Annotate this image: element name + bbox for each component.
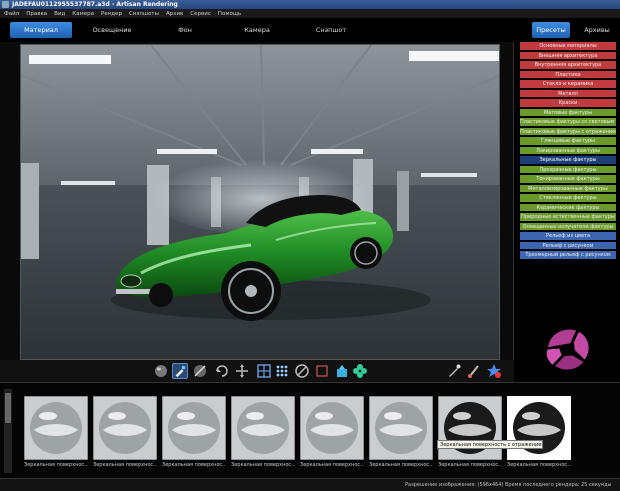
menu-render[interactable]: Рендер: [101, 11, 122, 17]
material-thumbnail[interactable]: [437, 395, 503, 461]
brush-icon[interactable]: [466, 363, 482, 379]
category-item[interactable]: Металлизированные фактуры: [520, 184, 616, 193]
star-add-icon[interactable]: [486, 363, 502, 379]
menu-help[interactable]: Помощь: [218, 11, 241, 17]
category-item[interactable]: Тонированные фактуры: [520, 175, 616, 184]
material-thumbnail[interactable]: [92, 395, 158, 461]
category-item[interactable]: Матовые фактуры: [520, 108, 616, 117]
category-item[interactable]: Пластиковые фактуры с отражением: [520, 127, 616, 136]
category-item[interactable]: Лакированные фактуры: [520, 146, 616, 155]
material-sphere-icon: [92, 395, 158, 461]
material-label: Зеркальная поверхнос...: [369, 462, 433, 468]
material-sphere-icon: [506, 395, 572, 461]
tab-material[interactable]: Материал: [10, 22, 72, 38]
material-thumbnail[interactable]: [23, 395, 89, 461]
category-item[interactable]: Глянцевые фактуры: [520, 137, 616, 146]
title-bar: JADEFAU0112955537787.a3d - Artisan Rende…: [0, 0, 620, 9]
category-item[interactable]: Металл: [520, 89, 616, 98]
strip-scroll-thumb[interactable]: [5, 393, 11, 423]
menu-service[interactable]: Сервис: [190, 11, 211, 17]
category-item[interactable]: Освещенные излучатели фактуры: [520, 222, 616, 231]
no-symbol-icon[interactable]: [294, 363, 310, 379]
dots-grid-icon[interactable]: [274, 363, 290, 379]
material-sphere-icon: [437, 395, 503, 461]
tab-snapshot[interactable]: Снэпшот: [304, 22, 358, 38]
category-item[interactable]: Керамические фактуры: [520, 203, 616, 212]
texture-grid-icon[interactable]: [256, 363, 272, 379]
material-label: Зеркальная поверхнос...: [507, 462, 571, 468]
resolution-status: Разрешение изображения: (596x464): [405, 482, 504, 488]
material-label: Зеркальная поверхнос...: [438, 462, 502, 468]
category-item[interactable]: Внешняя архитектура: [520, 51, 616, 60]
move-arrows-icon[interactable]: [234, 363, 250, 379]
presets-button[interactable]: Пресеты: [532, 22, 570, 38]
clover-icon[interactable]: [352, 363, 368, 379]
material-label: Зеркальная поверхнос...: [231, 462, 295, 468]
render-image: [21, 45, 499, 359]
menu-archive[interactable]: Архив: [166, 11, 183, 17]
sphere-material-icon[interactable]: [153, 363, 169, 379]
material-label: Зеркальная поверхнос...: [24, 462, 88, 468]
mode-tabs: Материал Освещение Фон Камера Снэпшот Пр…: [0, 18, 620, 42]
tab-background[interactable]: Фон: [160, 22, 210, 38]
menu-snapshots[interactable]: Снэпшоты: [129, 11, 159, 17]
artisan-logo: [546, 329, 589, 370]
category-item[interactable]: Прозрачные фактуры: [520, 165, 616, 174]
category-item[interactable]: Рельеф с рисунком: [520, 241, 616, 250]
material-sphere-icon: [230, 395, 296, 461]
material-tooltip: Зеркальная поверхность с отражением 3: [437, 440, 543, 449]
viewport-toolbar: [0, 360, 514, 382]
material-sphere-icon: [299, 395, 365, 461]
category-item[interactable]: Природные естественные фактуры: [520, 213, 616, 222]
material-thumbnail[interactable]: [230, 395, 296, 461]
strip-scrollbar[interactable]: [4, 389, 12, 473]
frame-icon[interactable]: [314, 363, 330, 379]
window-title: JADEFAU0112955537787.a3d - Artisan Rende…: [12, 1, 178, 8]
render-time-status: Время последнего рендера: 25 секунды: [505, 482, 612, 488]
category-item[interactable]: Трехмерный рельеф с рисунком: [520, 251, 616, 260]
category-item[interactable]: Рельеф из цвета: [520, 232, 616, 241]
app-icon: [2, 1, 9, 8]
material-label: Зеркальная поверхнос...: [300, 462, 364, 468]
render-viewport[interactable]: [20, 44, 500, 360]
material-thumbnail[interactable]: [299, 395, 365, 461]
material-sphere-icon: [23, 395, 89, 461]
brush-pick-tool[interactable]: [172, 363, 188, 379]
archives-button[interactable]: Архивы: [578, 22, 616, 38]
menu-view[interactable]: Вид: [54, 11, 65, 17]
sphere-scale-icon[interactable]: [192, 363, 208, 379]
material-thumbnail[interactable]: [506, 395, 572, 461]
tab-lighting[interactable]: Освещение: [80, 22, 144, 38]
category-item[interactable]: Пластики: [520, 70, 616, 79]
material-label: Зеркальная поверхнос...: [93, 462, 157, 468]
material-sphere-icon: [161, 395, 227, 461]
tab-camera[interactable]: Камера: [232, 22, 282, 38]
status-bar: Разрешение изображения: (596x464) Время …: [0, 478, 620, 491]
category-item[interactable]: Краски: [520, 99, 616, 108]
menu-file[interactable]: Файл: [4, 11, 19, 17]
menu-bar: Файл Правка Вид Камера Рендер Снэпшоты А…: [0, 9, 620, 18]
category-item[interactable]: Стеклянные фактуры: [520, 194, 616, 203]
menu-edit[interactable]: Правка: [26, 11, 47, 17]
rotate-arrows-icon[interactable]: [214, 363, 230, 379]
category-item[interactable]: Зеркальные фактуры: [520, 156, 616, 165]
category-item[interactable]: Внутренняя архитектура: [520, 61, 616, 70]
eyedropper-icon[interactable]: [446, 363, 462, 379]
material-sphere-icon: [368, 395, 434, 461]
category-item[interactable]: Стекло и керамика: [520, 80, 616, 89]
paint-bucket-icon[interactable]: [334, 363, 350, 379]
material-thumbnail[interactable]: [368, 395, 434, 461]
material-thumbnail[interactable]: [161, 395, 227, 461]
menu-camera[interactable]: Камера: [72, 11, 94, 17]
brush-pick-icon: [175, 365, 186, 378]
material-label: Зеркальная поверхнос...: [162, 462, 226, 468]
category-item[interactable]: Основные материалы: [520, 42, 616, 51]
category-item[interactable]: Пластиковые фактуры со световым з: [520, 118, 616, 127]
